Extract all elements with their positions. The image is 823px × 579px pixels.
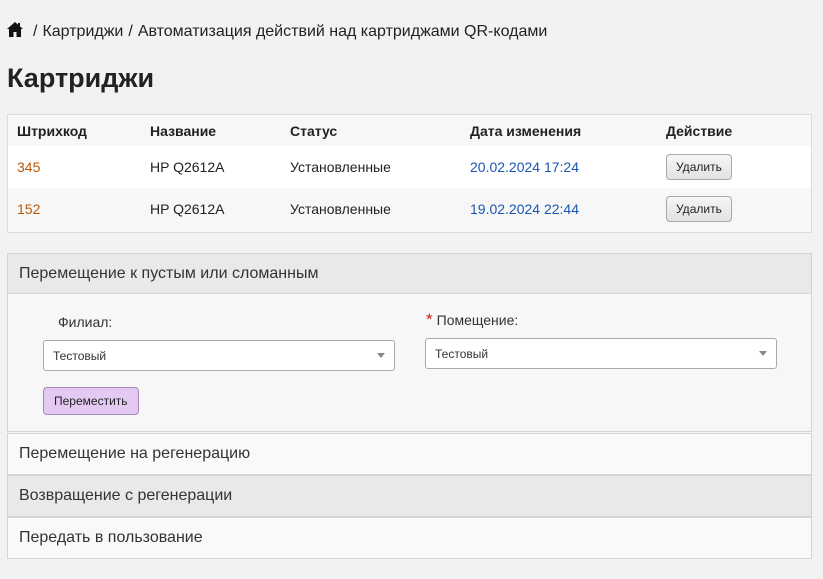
branch-select[interactable]: Тестовый (43, 340, 395, 371)
cell-date: 20.02.2024 17:24 (461, 146, 657, 188)
panel-to-use: Передать в пользование (7, 517, 812, 559)
move-button[interactable]: Переместить (43, 387, 139, 415)
room-select-value: Тестовый (435, 346, 489, 361)
cartridges-table: Штрихкод Название Статус Дата изменения … (7, 114, 812, 233)
cell-name: HP Q2612A (141, 188, 281, 230)
room-select[interactable]: Тестовый (425, 338, 777, 369)
cell-status: Установленные (281, 146, 461, 188)
panel-move-empty: Перемещение к пустым или сломанным Филиа… (7, 253, 812, 432)
breadcrumb-cartridges[interactable]: Картриджи (42, 23, 123, 41)
table-row: 345 HP Q2612A Установленные 20.02.2024 1… (8, 146, 811, 188)
header-barcode: Штрихкод (8, 115, 141, 146)
chevron-down-icon (377, 353, 385, 358)
panel-move-empty-header[interactable]: Перемещение к пустым или сломанным (8, 254, 811, 294)
panel-to-regeneration: Перемещение на регенерацию (7, 433, 812, 475)
delete-button[interactable]: Удалить (666, 196, 732, 222)
breadcrumb-separator: / (128, 23, 133, 40)
required-star: * (426, 310, 433, 329)
cell-action: Удалить (657, 146, 811, 188)
room-label: Помещение: (436, 312, 519, 328)
breadcrumb-separator: / (33, 23, 38, 40)
table-header-row: Штрихкод Название Статус Дата изменения … (8, 115, 811, 146)
barcode-link[interactable]: 345 (17, 159, 40, 175)
breadcrumb: / Картриджи / Автоматизация действий над… (7, 22, 547, 42)
cell-barcode: 345 (8, 146, 141, 188)
date-link[interactable]: 19.02.2024 22:44 (470, 201, 579, 217)
header-status: Статус (281, 115, 461, 146)
home-link[interactable] (7, 22, 28, 42)
panel-from-regeneration: Возвращение с регенерации (7, 475, 812, 517)
cell-status: Установленные (281, 188, 461, 230)
header-date: Дата изменения (461, 115, 657, 146)
panel-to-regeneration-header[interactable]: Перемещение на регенерацию (8, 434, 811, 474)
home-icon (7, 22, 23, 37)
breadcrumb-current: Автоматизация действий над картриджами Q… (137, 23, 548, 40)
cell-name: HP Q2612A (141, 146, 281, 188)
branch-select-value: Тестовый (53, 348, 107, 363)
panel-move-empty-body: Филиал: Тестовый * Помещение: Тестовый П… (8, 294, 811, 431)
branch-label: Филиал: (58, 314, 113, 330)
header-action: Действие (657, 115, 811, 146)
page-title: Картриджи (7, 63, 155, 93)
barcode-link[interactable]: 152 (17, 201, 40, 217)
panel-to-use-header[interactable]: Передать в пользование (8, 518, 811, 558)
delete-button[interactable]: Удалить (666, 154, 732, 180)
date-link[interactable]: 20.02.2024 17:24 (470, 159, 579, 175)
chevron-down-icon (759, 351, 767, 356)
table-row: 152 HP Q2612A Установленные 19.02.2024 2… (8, 188, 811, 230)
header-name: Название (141, 115, 281, 146)
room-field-label: * Помещение: (426, 310, 518, 330)
cell-barcode: 152 (8, 188, 141, 230)
cell-action: Удалить (657, 188, 811, 230)
cell-date: 19.02.2024 22:44 (461, 188, 657, 230)
panel-from-regeneration-header[interactable]: Возвращение с регенерации (8, 476, 811, 516)
